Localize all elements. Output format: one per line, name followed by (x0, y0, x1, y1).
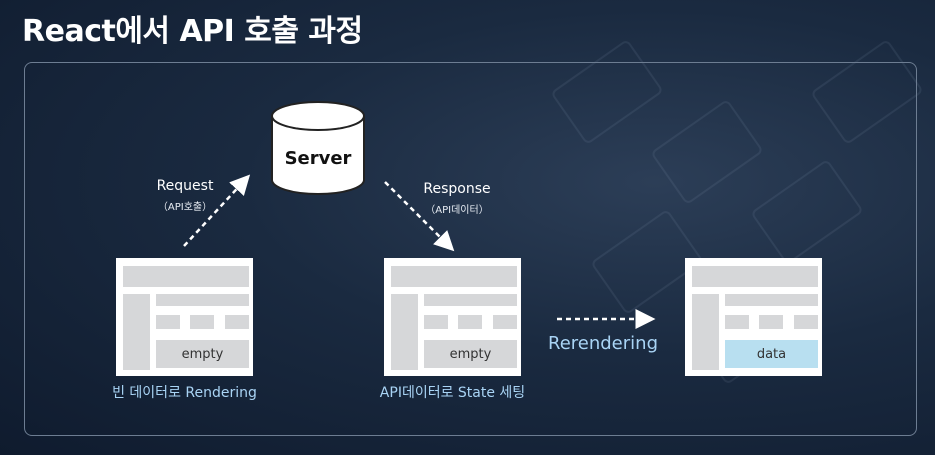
card-caption-initial: 빈 데이터로 Rendering (112, 385, 257, 401)
card-block-placeholder (190, 315, 214, 329)
card-sidebar-placeholder (692, 294, 719, 370)
server-label: Server (284, 148, 352, 169)
card-block-placeholder (725, 315, 749, 329)
ui-card-state-set: empty (384, 258, 521, 376)
card-row-placeholder (156, 294, 249, 306)
card-sidebar-placeholder (123, 294, 150, 370)
card-content: empty (424, 340, 517, 368)
card-header-placeholder (391, 266, 517, 287)
card-block-placeholder (225, 315, 249, 329)
request-sublabel: （API호출） (157, 202, 213, 213)
card-caption-state-set: API데이터로 State 세팅 (379, 385, 526, 401)
ui-card-initial: empty (116, 258, 253, 376)
card-block-placeholder (424, 315, 448, 329)
card-header-placeholder (692, 266, 818, 287)
card-block-placeholder (458, 315, 482, 329)
ui-card-rerendered: data (685, 258, 822, 376)
card-block-placeholder (156, 315, 180, 329)
card-row-placeholder (424, 294, 517, 306)
request-label: Request (156, 178, 214, 194)
card-sidebar-placeholder (391, 294, 418, 370)
response-sublabel: （API데이터） (425, 205, 489, 216)
rerendering-label: Rerendering (548, 333, 658, 354)
card-content-data: data (725, 340, 818, 368)
card-block-placeholder (759, 315, 783, 329)
card-content: empty (156, 340, 249, 368)
card-row-placeholder (725, 294, 818, 306)
request-label-group: Request （API호출） (140, 178, 230, 213)
response-label: Response (423, 181, 491, 197)
card-block-placeholder (493, 315, 517, 329)
response-label-group: Response （API데이터） (412, 181, 502, 216)
card-block-placeholder (794, 315, 818, 329)
card-header-placeholder (123, 266, 249, 287)
